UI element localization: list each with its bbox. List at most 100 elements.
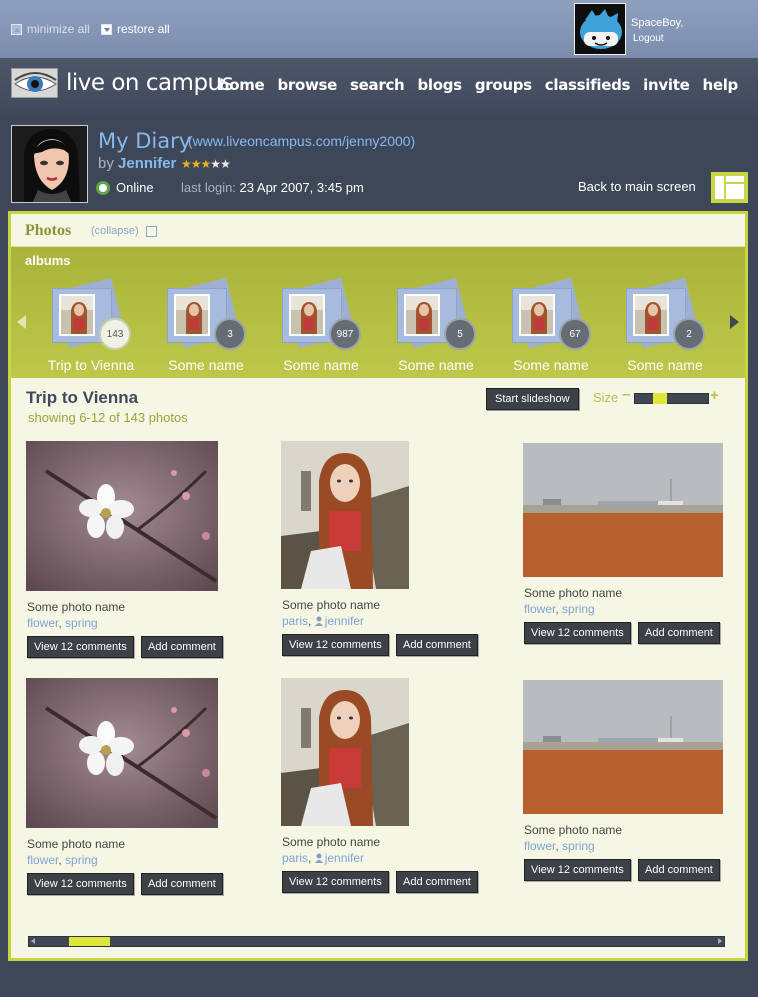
album-item[interactable]: 143 Trip to Vienna [41,276,141,376]
nav-groups[interactable]: groups [475,76,532,94]
nav-browse[interactable]: browse [277,76,337,94]
scrollbar-thumb[interactable] [69,937,110,946]
last-login-label: last login: [181,180,236,195]
view-comments-button[interactable]: View 12 comments [27,636,134,658]
logout-link[interactable]: Logout [633,33,664,44]
site-logo-text[interactable]: live on campus [66,70,234,96]
album-name[interactable]: Some name [491,357,611,373]
add-comment-button[interactable]: Add comment [396,634,478,656]
album-thumbnail [519,294,555,336]
diary-url-link[interactable]: (www.liveoncampus.com/jenny2000) [188,133,415,149]
album-item[interactable]: 987 Some name [271,276,371,376]
album-thumbnail [404,294,440,336]
size-slider[interactable] [634,393,709,404]
nav-home[interactable]: home [219,76,265,94]
star-empty-icon: ★ [210,157,221,171]
user-icon [314,852,323,863]
nav-help[interactable]: help [702,76,738,94]
back-to-main-link[interactable]: Back to main screen [578,179,696,194]
album-photo-count: 143 [99,318,131,350]
tag-link[interactable]: flower [524,602,555,616]
album-photo-count: 5 [444,318,476,350]
nav-search[interactable]: search [350,76,405,94]
last-login: last login: 23 Apr 2007, 3:45 pm [181,180,364,195]
view-comments-button[interactable]: View 12 comments [282,871,389,893]
carousel-prev-arrow-icon[interactable] [17,315,26,329]
tag-link[interactable]: spring [562,602,595,616]
tag-link[interactable]: spring [562,839,595,853]
nav-classifieds[interactable]: classifieds [545,76,631,94]
album-thumbnail [633,294,669,336]
tag-link[interactable]: paris [282,851,308,865]
user-icon [314,615,323,626]
album-name[interactable]: Some name [605,357,725,373]
user-avatar[interactable] [574,3,626,55]
user-name[interactable]: SpaceBoy, [631,17,683,29]
album-item[interactable]: 67 Some name [501,276,601,376]
add-comment-button[interactable]: Add comment [141,873,223,895]
author-link[interactable]: Jennifer [118,155,176,172]
album-name[interactable]: Trip to Vienna [31,357,151,373]
album-item[interactable]: 3 Some name [156,276,256,376]
tag-link[interactable]: jennifer [325,614,364,628]
nav-blogs[interactable]: blogs [417,76,462,94]
scroll-left-arrow-icon[interactable] [31,938,35,944]
collapse-link[interactable]: (collapse) [91,225,139,237]
photo-name[interactable]: Some photo name [27,837,125,851]
photo-thumbnail[interactable] [281,441,409,589]
photo-thumbnail[interactable] [523,443,723,577]
tag-link[interactable]: spring [65,853,98,867]
view-comments-button[interactable]: View 12 comments [27,873,134,895]
photo-thumbnail[interactable] [281,678,409,826]
page-title: My Diary [98,129,192,153]
photo-thumbnail[interactable] [26,678,218,828]
photo-thumbnail[interactable] [26,441,218,591]
star-icon: ★ [190,157,202,171]
album-name[interactable]: Some name [261,357,381,373]
tag-link[interactable]: jennifer [325,851,364,865]
album-item[interactable]: 2 Some name [615,276,715,376]
view-comments-button[interactable]: View 12 comments [524,622,631,644]
add-comment-button[interactable]: Add comment [141,636,223,658]
tag-link[interactable]: flower [27,853,58,867]
album-item[interactable]: 5 Some name [386,276,486,376]
view-comments-button[interactable]: View 12 comments [524,859,631,881]
albums-carousel: albums 143 Trip to Vienna 3 Some name 987 Som… [11,247,745,378]
layout-grid-icon[interactable] [711,172,748,203]
profile-avatar[interactable] [11,125,88,203]
view-comments-button[interactable]: View 12 comments [282,634,389,656]
tag-link[interactable]: spring [65,616,98,630]
size-decrease-button[interactable]: – [622,386,630,403]
album-name[interactable]: Some name [376,357,496,373]
nav-invite[interactable]: invite [643,76,690,94]
star-empty-icon: ★ [220,157,231,171]
restore-all-button[interactable]: restore all [101,22,170,36]
site-header: live on campus home browse search blogs … [0,58,758,113]
size-label: Size [593,390,619,405]
scroll-right-arrow-icon[interactable] [718,938,722,944]
minimize-all-button[interactable]: minimize all [11,22,90,36]
album-name[interactable]: Some name [146,357,266,373]
add-comment-button[interactable]: Add comment [396,871,478,893]
photo-name[interactable]: Some photo name [282,598,380,612]
photo-name[interactable]: Some photo name [27,600,125,614]
photo-thumbnail[interactable] [523,680,723,814]
tag-link[interactable]: paris [282,614,308,628]
minimize-all-label: minimize all [27,22,90,36]
size-increase-button[interactable]: + [710,387,719,404]
photo-name[interactable]: Some photo name [524,586,622,600]
horizontal-scrollbar[interactable] [28,936,725,947]
photo-name[interactable]: Some photo name [524,823,622,837]
add-comment-button[interactable]: Add comment [638,859,720,881]
start-slideshow-button[interactable]: Start slideshow [486,388,579,410]
restore-icon [101,23,112,35]
tag-link[interactable]: flower [27,616,58,630]
photo-name[interactable]: Some photo name [282,835,380,849]
tag-link[interactable]: flower [524,839,555,853]
collapse-icon[interactable] [146,226,157,237]
rating-stars: ★★★★★ [181,157,231,171]
eye-logo-icon[interactable] [11,68,58,98]
add-comment-button[interactable]: Add comment [638,622,720,644]
carousel-next-arrow-icon[interactable] [730,315,739,329]
size-slider-handle[interactable] [653,393,667,404]
